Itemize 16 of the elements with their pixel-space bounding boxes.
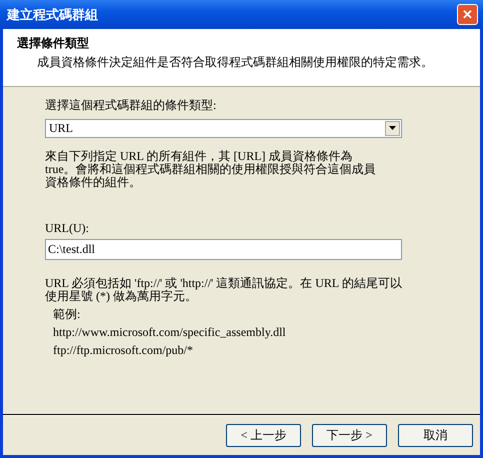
url-input-field[interactable]: C:\test.dll: [45, 239, 402, 260]
wizard-button[interactable]: < 上一步: [226, 424, 301, 446]
page-description: 成員資格條件決定組件是否符合取得程式碼群組相關使用權限的特定需求。: [36, 54, 434, 71]
example-url: ftp://ftp.microsoft.com/pub/*: [53, 344, 193, 357]
url-help-text: URL 必須包括如 'ftp://' 或 'http://' 這類通訊協定。在 URL 的結尾可以使用星號 (*) 做為萬用字元。: [45, 277, 403, 303]
wizard-button[interactable]: 下一步 >: [312, 424, 387, 446]
condition-type-dropdown[interactable]: URL: [45, 119, 402, 138]
url-label: URL(U):: [45, 221, 89, 236]
condition-type-label: 選擇這個程式碼群組的條件類型:: [45, 97, 216, 114]
window-title: 建立程式碼群組: [7, 6, 98, 24]
wizard-button[interactable]: 取消: [398, 424, 473, 446]
close-button[interactable]: ✕: [457, 4, 478, 25]
page-title: 選擇條件類型: [17, 35, 90, 52]
example-url: http://www.microsoft.com/specific_assembly.dll: [53, 326, 286, 339]
examples-label: 範例:: [53, 308, 80, 321]
condition-description: 來自下列指定 URL 的所有組件，其 [URL] 成員資格條件為 true。會將和這個程式碼群組相關的使用權限授與符合這個成員資格條件的組件。: [45, 150, 377, 189]
